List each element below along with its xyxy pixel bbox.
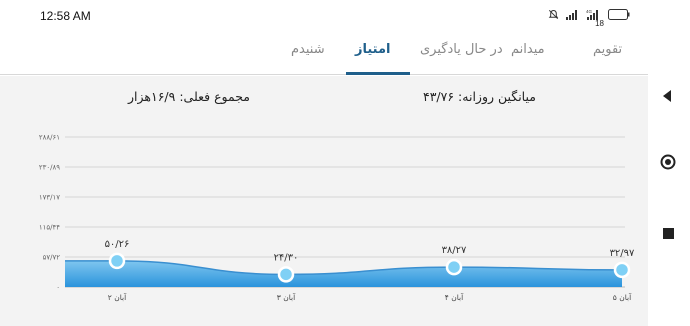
tab-calendar[interactable]: تقویم xyxy=(593,42,622,57)
tab-learning[interactable]: در حال یادگیری xyxy=(420,42,503,57)
y-tick-label: ۵۷/۷۲ xyxy=(43,254,61,262)
back-icon[interactable] xyxy=(660,88,674,107)
x-tick-label: ۲ آبان xyxy=(108,292,127,302)
x-tick-label: ۴ آبان xyxy=(445,292,464,302)
score-panel: مجموع فعلی: ۱۶/۹هزار میانگین روزانه: ۴۳/… xyxy=(0,76,648,326)
data-label: ۵۰/۲۶ xyxy=(105,239,130,250)
active-tab-indicator xyxy=(346,72,410,75)
data-label: ۲۴/۳۰ xyxy=(274,252,299,263)
data-point[interactable] xyxy=(445,258,463,276)
x-tick-label: ۵ آبان xyxy=(613,292,632,302)
data-point[interactable] xyxy=(613,261,631,279)
data-label: ۳۸/۲۷ xyxy=(442,245,467,256)
y-tick-label: ۰ xyxy=(56,284,60,292)
battery-icon: 18 xyxy=(595,9,630,28)
score-area xyxy=(65,260,622,287)
tab-heard[interactable]: شنیدم xyxy=(291,42,325,57)
system-nav-bar xyxy=(648,0,690,326)
y-tick-label: ۱۷۳/۱۷ xyxy=(39,193,60,201)
recents-icon[interactable] xyxy=(663,224,674,243)
x-tick-label: ۳ آبان xyxy=(277,292,296,302)
app-screen: 12:58 AM 4G 18 تقویم میدانم در حال یادگی… xyxy=(0,0,648,326)
data-point[interactable] xyxy=(277,266,295,283)
y-tick-label: ۲۳۰/۸۹ xyxy=(39,163,60,171)
tab-know[interactable]: میدانم xyxy=(511,42,545,57)
status-time: 12:58 AM xyxy=(40,9,91,23)
tab-score[interactable]: امتیاز xyxy=(355,42,390,57)
y-tick-label: ۲۸۸/۶۱ xyxy=(39,134,60,142)
home-icon[interactable] xyxy=(660,154,676,174)
data-label: ۳۲/۹۷ xyxy=(610,248,635,259)
tab-bar: تقویم میدانم در حال یادگیری امتیاز شنیدم xyxy=(0,32,648,75)
mute-icon xyxy=(548,9,559,20)
signal-icon xyxy=(566,9,579,20)
score-chart: ۰ ۵۷/۷۲ ۱۱۵/۴۴ ۱۷۳/۱۷ ۲۳۰/۸۹ ۲۸۸/۶۱ ۵۰/۲۶ ۲ آب… xyxy=(39,134,635,303)
status-icons: 4G 18 xyxy=(548,9,630,28)
battery-level: 18 xyxy=(595,19,604,28)
data-point[interactable] xyxy=(108,252,126,270)
status-bar: 12:58 AM 4G 18 xyxy=(0,0,648,32)
y-tick-label: ۱۱۵/۴۴ xyxy=(39,224,60,232)
svg-text:4G: 4G xyxy=(586,9,593,14)
